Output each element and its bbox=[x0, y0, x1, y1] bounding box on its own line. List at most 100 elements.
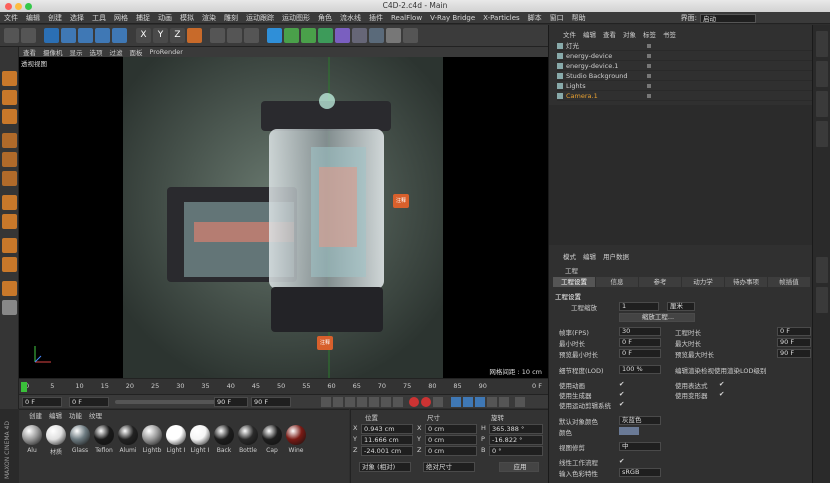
visibility-dot-icon[interactable] bbox=[647, 54, 651, 58]
visibility-dot-icon[interactable] bbox=[647, 94, 651, 98]
use-expressions-checkbox[interactable]: ✔ bbox=[719, 380, 724, 388]
goto-start-icon[interactable] bbox=[321, 397, 331, 407]
menu-character[interactable]: 角色 bbox=[318, 13, 332, 23]
menu-sculpt[interactable]: 雕刻 bbox=[224, 13, 238, 23]
position-field[interactable]: -24.001 cm bbox=[361, 446, 413, 456]
key-pla-icon[interactable] bbox=[499, 397, 509, 407]
visibility-dot-icon[interactable] bbox=[647, 44, 651, 48]
edges-mode-icon[interactable] bbox=[2, 152, 17, 167]
apply-button[interactable]: 应用 bbox=[499, 462, 539, 472]
menu-tools[interactable]: 工具 bbox=[92, 13, 106, 23]
key-parameter-icon[interactable] bbox=[487, 397, 497, 407]
menu-file[interactable]: 文件 bbox=[4, 13, 18, 23]
subdivision-icon[interactable] bbox=[301, 28, 316, 43]
autokey-icon[interactable] bbox=[421, 397, 431, 407]
workplane-icon[interactable] bbox=[2, 257, 17, 272]
rotation-field[interactable]: -16.822 ° bbox=[489, 435, 543, 445]
vertical-tab-attributes[interactable] bbox=[816, 257, 828, 283]
key-scale-icon[interactable] bbox=[463, 397, 473, 407]
duration-field[interactable]: 0 F bbox=[777, 327, 811, 336]
use-animation-checkbox[interactable]: ✔ bbox=[619, 380, 624, 388]
visibility-dot-icon[interactable] bbox=[647, 84, 651, 88]
min-time-field[interactable]: 0 F bbox=[619, 338, 661, 347]
material-swatch[interactable]: Alumi bbox=[117, 425, 139, 455]
undo-icon[interactable] bbox=[4, 28, 19, 43]
play-icon[interactable] bbox=[357, 397, 367, 407]
viewport-menu-prorender[interactable]: ProRender bbox=[150, 48, 183, 56]
tweak-mode-icon[interactable] bbox=[2, 214, 17, 229]
points-mode-icon[interactable] bbox=[2, 133, 17, 148]
zoom-window-button[interactable] bbox=[25, 2, 32, 10]
object-menu-view[interactable]: 查看 bbox=[603, 29, 616, 39]
render-view-icon[interactable] bbox=[210, 28, 225, 43]
timeline-ruler[interactable]: 0 5 10 15 20 25 30 35 40 45 50 55 60 65 70 75 80 85 90 0 F bbox=[19, 378, 548, 394]
position-field[interactable]: 11.666 cm bbox=[361, 435, 413, 445]
material-swatch[interactable]: Bottle bbox=[237, 425, 259, 455]
menu-mesh[interactable]: 网格 bbox=[114, 13, 128, 23]
menu-help[interactable]: 帮助 bbox=[572, 13, 586, 23]
material-swatch[interactable]: Back bbox=[213, 425, 235, 455]
material-swatch[interactable]: Alu bbox=[21, 425, 43, 455]
grid-icon[interactable] bbox=[2, 300, 17, 315]
next-frame-icon[interactable] bbox=[369, 397, 379, 407]
visibility-dot-icon[interactable] bbox=[647, 64, 651, 68]
start-frame-field[interactable]: 0 F bbox=[22, 397, 62, 407]
preview-min-field[interactable]: 0 F bbox=[619, 349, 661, 358]
tab-reference[interactable]: 参考 bbox=[639, 277, 681, 287]
size-field[interactable]: 0 cm bbox=[425, 435, 477, 445]
attribute-menu-userdata[interactable]: 用户数据 bbox=[603, 251, 629, 261]
object-row[interactable]: Camera.1 bbox=[557, 91, 812, 101]
size-field[interactable]: 0 cm bbox=[425, 424, 477, 434]
make-editable-icon[interactable] bbox=[2, 71, 17, 86]
keyframe-selection-icon[interactable] bbox=[433, 397, 443, 407]
coord-system-icon[interactable] bbox=[187, 28, 202, 43]
tab-info[interactable]: 信息 bbox=[596, 277, 638, 287]
tab-frame-interpolation[interactable]: 帧插值 bbox=[768, 277, 810, 287]
y-axis-icon[interactable]: Y bbox=[153, 28, 168, 43]
linear-workflow-checkbox[interactable]: ✔ bbox=[619, 457, 624, 465]
viewport-menu-options[interactable]: 选项 bbox=[90, 47, 103, 57]
model-mode-icon[interactable] bbox=[2, 90, 17, 105]
light-bulb-icon[interactable] bbox=[403, 28, 418, 43]
material-swatch[interactable]: Light I bbox=[189, 425, 211, 455]
playhead-marker[interactable] bbox=[21, 382, 27, 392]
timeline-settings-icon[interactable] bbox=[515, 397, 525, 407]
material-swatch[interactable]: Wine bbox=[285, 425, 307, 455]
attribute-menu-edit[interactable]: 编辑 bbox=[583, 251, 596, 261]
menu-snap[interactable]: 捕捉 bbox=[136, 13, 150, 23]
tab-todo[interactable]: 待办事项 bbox=[725, 277, 767, 287]
cube-icon[interactable] bbox=[267, 28, 282, 43]
next-key-icon[interactable] bbox=[381, 397, 391, 407]
input-color-profile-dropdown[interactable]: sRGB bbox=[619, 468, 661, 477]
material-swatch[interactable]: Teflon bbox=[93, 425, 115, 455]
select-arrow-icon[interactable] bbox=[44, 28, 59, 43]
material-menu-create[interactable]: 创建 bbox=[29, 410, 42, 420]
menu-animate[interactable]: 动画 bbox=[158, 13, 172, 23]
menu-motion-tracking[interactable]: 运动跟踪 bbox=[246, 13, 274, 23]
object-row[interactable]: Studio Background bbox=[557, 71, 812, 81]
menu-select[interactable]: 选择 bbox=[70, 13, 84, 23]
menu-x-particles[interactable]: X-Particles bbox=[483, 14, 519, 22]
object-menu-tags[interactable]: 标签 bbox=[643, 29, 656, 39]
viewport-menu-camera[interactable]: 摄像机 bbox=[43, 47, 63, 57]
object-row[interactable]: energy-device bbox=[557, 51, 812, 61]
render-settings-icon[interactable] bbox=[244, 28, 259, 43]
tab-project-settings[interactable]: 工程设置 bbox=[553, 277, 595, 287]
bend-deformer-icon[interactable] bbox=[335, 28, 350, 43]
menu-create[interactable]: 创建 bbox=[48, 13, 62, 23]
viewport-menu-view[interactable]: 查看 bbox=[23, 47, 36, 57]
lock-workplane-icon[interactable] bbox=[2, 281, 17, 296]
view-clipping-dropdown[interactable]: 中 bbox=[619, 442, 661, 451]
material-menu-edit[interactable]: 编辑 bbox=[49, 410, 62, 420]
scale-field[interactable]: 1 bbox=[619, 302, 659, 311]
coordinate-mode-dropdown[interactable]: 对象 (相对) bbox=[359, 462, 411, 472]
record-icon[interactable] bbox=[409, 397, 419, 407]
recent-tool-icon[interactable] bbox=[112, 28, 127, 43]
x-axis-icon[interactable]: X bbox=[136, 28, 151, 43]
render-picture-viewer-icon[interactable] bbox=[227, 28, 242, 43]
viewport-menu-panel[interactable]: 面板 bbox=[130, 47, 143, 57]
end-frame-field[interactable]: 90 F bbox=[251, 397, 291, 407]
material-swatch[interactable]: Light I bbox=[165, 425, 187, 455]
annotation-pin[interactable]: 注释 bbox=[317, 336, 333, 350]
menu-script[interactable]: 脚本 bbox=[528, 13, 542, 23]
